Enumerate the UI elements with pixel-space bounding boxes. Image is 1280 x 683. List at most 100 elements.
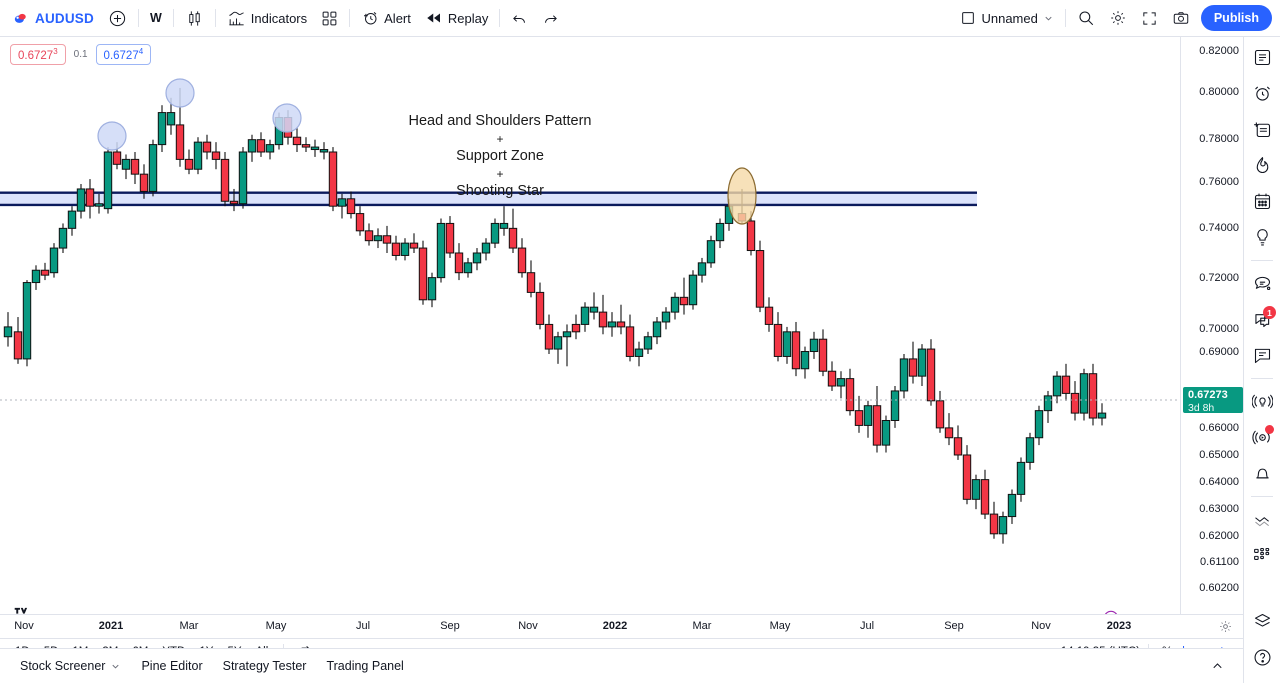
price-axis-label: 0.70000 xyxy=(1199,323,1239,335)
snapshot-button[interactable] xyxy=(1165,4,1197,32)
sidebar-watchlist-button[interactable] xyxy=(1246,41,1278,73)
toolbar-divider xyxy=(214,9,216,27)
replay-button[interactable]: Replay xyxy=(418,4,495,32)
left-shoulder-marker[interactable] xyxy=(97,121,127,151)
indicators-button[interactable]: Indicators xyxy=(220,4,314,32)
camera-icon xyxy=(1172,9,1190,27)
statusbar-item-label: Pine Editor xyxy=(141,659,203,673)
notification-badge: 1 xyxy=(1263,306,1276,319)
indicators-icon xyxy=(227,9,246,28)
price-axis-label: 0.80000 xyxy=(1199,86,1239,98)
redo-icon xyxy=(542,10,559,27)
settings-button[interactable] xyxy=(1102,4,1134,32)
statusbar-item-pine-editor[interactable]: Pine Editor xyxy=(131,655,212,677)
bar-countdown-value: 3d 8h xyxy=(1188,401,1215,414)
sidebar-calendar-button[interactable] xyxy=(1246,185,1278,217)
toolbar-divider xyxy=(172,9,174,27)
templates-button[interactable] xyxy=(314,4,345,32)
quote-boxes: 0.67273 0.1 0.67274 xyxy=(10,44,152,65)
alarm-clock-icon xyxy=(361,9,379,27)
head-marker[interactable] xyxy=(165,78,195,108)
search-icon xyxy=(1077,9,1095,27)
bid-price-box[interactable]: 0.67273 xyxy=(10,44,66,65)
time-axis-label: 2022 xyxy=(602,620,628,632)
fullscreen-button[interactable] xyxy=(1134,4,1165,32)
publish-label: Publish xyxy=(1213,11,1259,25)
alert-button[interactable]: Alert xyxy=(354,4,418,32)
statusbar-item-trading-panel[interactable]: Trading Panel xyxy=(316,655,413,677)
chart-type-button[interactable] xyxy=(178,4,211,32)
help-icon xyxy=(1252,647,1273,668)
sidebar-alerts-clock-button[interactable] xyxy=(1246,77,1278,109)
symbol-button[interactable]: AUDUSD xyxy=(6,4,101,32)
ask-price-value: 0.6727 xyxy=(103,49,139,62)
tradingview-symbol-icon xyxy=(13,10,30,27)
price-axis[interactable]: 0.82000 0.80000 0.78000 0.76000 0.74000 0.720… xyxy=(1180,37,1243,614)
time-axis-label: Mar xyxy=(692,620,712,632)
chart-canvas-area[interactable]: Head and Shoulders Pattern + Support Zon… xyxy=(0,37,1243,614)
search-button[interactable] xyxy=(1070,4,1102,32)
sidebar-object-tree-button[interactable] xyxy=(1246,539,1278,571)
price-axis-label: 0.66000 xyxy=(1199,422,1239,434)
sidebar-chat-message-button[interactable] xyxy=(1246,339,1278,371)
statusbar-item-strategy-tester[interactable]: Strategy Tester xyxy=(213,655,317,677)
right-sidebar: 1 xyxy=(1243,37,1280,683)
price-axis-label: 0.62000 xyxy=(1199,530,1239,542)
bottom-status-bar: Stock Screener Pine Editor Strategy Tester… xyxy=(0,648,1280,683)
annotation-line-3: Shooting Star xyxy=(456,183,544,200)
sidebar-stream-live-button[interactable] xyxy=(1246,421,1278,453)
ask-price-box[interactable]: 0.67274 xyxy=(95,44,152,65)
sidebar-divider xyxy=(1251,260,1273,261)
collapse-panel-button[interactable] xyxy=(1200,655,1235,678)
price-axis-label: 0.61100 xyxy=(1200,556,1239,568)
right-shoulder-marker[interactable] xyxy=(272,103,302,133)
toolbar-divider xyxy=(1064,9,1066,27)
publish-button[interactable]: Publish xyxy=(1200,5,1272,31)
bid-price-sup: 3 xyxy=(53,47,58,56)
object-tree-icon xyxy=(1252,545,1273,566)
undo-button[interactable] xyxy=(504,4,535,32)
broadcast-ideas-icon xyxy=(1251,391,1273,412)
sidebar-help-button[interactable] xyxy=(1246,641,1278,673)
statusbar-item-label: Strategy Tester xyxy=(222,659,307,673)
annotation-plus-2: + xyxy=(496,167,504,182)
ideas-bulb-icon xyxy=(1252,227,1273,248)
fullscreen-icon xyxy=(1141,10,1158,27)
chart-annotation-text: Head and Shoulders Pattern + Support Zon… xyxy=(390,113,610,200)
sidebar-layers-button[interactable] xyxy=(1246,605,1278,637)
shooting-star-marker[interactable] xyxy=(727,167,757,225)
time-axis-label: May xyxy=(265,620,287,632)
statusbar-item-label: Stock Screener xyxy=(20,659,106,673)
redo-button[interactable] xyxy=(535,4,566,32)
time-axis-label: Sep xyxy=(944,620,964,632)
time-axis-label: Nov xyxy=(14,620,34,632)
toolbar-divider xyxy=(137,9,139,27)
statusbar-item-stock-screener[interactable]: Stock Screener xyxy=(10,655,131,677)
data-window-icon xyxy=(1252,119,1273,140)
interval-button[interactable]: W xyxy=(143,4,169,32)
add-symbol-button[interactable] xyxy=(101,4,134,32)
replay-icon xyxy=(425,9,443,27)
price-axis-label: 0.65000 xyxy=(1199,449,1239,461)
sidebar-hotlist-flame-button[interactable] xyxy=(1246,149,1278,181)
sidebar-broadcast-ideas-button[interactable] xyxy=(1246,385,1278,417)
alerts-clock-icon xyxy=(1252,83,1273,104)
sidebar-ideas-bulb-button[interactable] xyxy=(1246,221,1278,253)
statusbar-item-label: Trading Panel xyxy=(326,659,404,673)
layout-name-label: Unnamed xyxy=(981,10,1038,26)
sidebar-flow-button[interactable] xyxy=(1246,503,1278,535)
time-axis[interactable]: 2023 Nov Sep Jul May Mar 2022 Nov Sep Jul May Mar 20… xyxy=(0,614,1243,638)
sidebar-public-chats-button[interactable] xyxy=(1246,267,1278,299)
layout-button[interactable]: Unnamed xyxy=(953,4,1060,32)
chevron-up-icon xyxy=(1210,659,1225,674)
toolbar-divider xyxy=(499,9,501,27)
time-axis-label: Nov xyxy=(518,620,538,632)
replay-label: Replay xyxy=(447,10,489,26)
time-axis-settings-button[interactable] xyxy=(1218,619,1233,634)
price-axis-label: 0.78000 xyxy=(1199,133,1239,145)
sidebar-data-window-button[interactable] xyxy=(1246,113,1278,145)
sidebar-notifications-bell-button[interactable] xyxy=(1246,457,1278,489)
sidebar-private-chats-button[interactable]: 1 xyxy=(1246,303,1278,335)
price-axis-label: 0.72000 xyxy=(1199,272,1239,284)
current-price-badge[interactable]: 0.67273 3d 8h xyxy=(1183,387,1243,414)
